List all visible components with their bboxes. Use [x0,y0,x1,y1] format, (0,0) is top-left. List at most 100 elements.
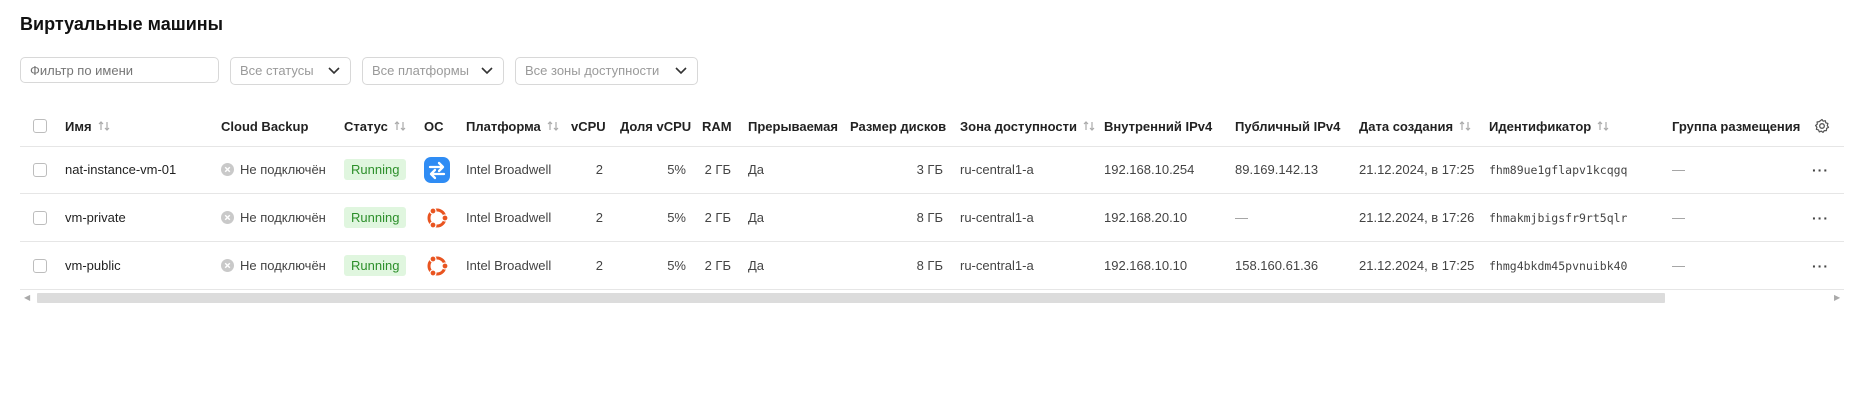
created-value: 21.12.2024, в 17:26 [1359,210,1475,225]
vm-id-value: fhm89ue1gflapv1kcqgq [1489,162,1628,177]
col-created-header[interactable]: Дата создания [1359,106,1472,146]
platform-value: Intel Broadwell [466,210,552,225]
page-title: Виртуальные машины [20,14,224,34]
close-circle-icon [221,259,234,272]
vcpu-value: 2 [595,258,603,273]
status-filter-select[interactable]: Все статусы [230,57,351,85]
close-circle-icon [221,211,234,224]
sort-icon [394,121,406,131]
zone-value: ru-central1-a [960,258,1034,273]
col-vcpu-share-header: Доля vCPU [620,118,692,134]
name-filter-input[interactable] [20,57,219,83]
col-os-header: ОС [424,118,444,134]
chevron-down-icon [675,67,687,75]
vcpu-value: 2 [595,162,603,177]
row-actions-button[interactable]: ··· [1812,146,1829,193]
vcpu-share-value: 5% [667,258,686,273]
backup-status: Не подключён [221,146,326,193]
select-all-checkbox[interactable] [33,119,47,133]
backup-status: Не подключён [221,242,326,289]
ipv4-internal-value: 192.168.10.10 [1104,258,1188,273]
col-zone-header[interactable]: Зона доступности [960,106,1096,146]
status-badge: Running [344,159,407,180]
col-name-header[interactable]: Имя [65,106,111,146]
preemptible-value: Да [748,162,765,177]
vm-id-value: fhmakmjbigsfr9rt5qlr [1489,210,1628,225]
scroll-left-arrow-icon[interactable]: ◀ [24,293,30,302]
platform-filter-select[interactable]: Все платформы [362,57,504,85]
sort-icon [1083,121,1095,131]
col-ram-header: RAM [702,118,732,134]
disk-size-value: 8 ГБ [916,210,943,225]
gear-icon [1815,118,1830,133]
close-circle-icon [221,163,234,176]
sort-icon [98,121,109,131]
chevron-down-icon [481,67,493,75]
sort-icon [1459,121,1471,131]
ram-value: 2 ГБ [704,210,731,225]
table-row[interactable]: vm-private Не подключён Running Intel Br… [20,194,1844,242]
ipv4-public-value: 158.160.61.36 [1235,258,1319,273]
filter-bar: Все статусы Все платформы Все зоны досту… [20,57,698,85]
row-checkbox[interactable] [33,258,47,273]
col-id-header[interactable]: Идентификатор [1489,106,1610,146]
scrollbar-thumb[interactable] [37,293,1665,303]
placement-value: — [1672,210,1685,225]
col-status-header[interactable]: Статус [344,106,407,146]
sort-icon [1597,121,1609,131]
row-actions-button[interactable]: ··· [1812,194,1829,241]
ram-value: 2 ГБ [704,258,731,273]
ipv4-public-value: — [1235,210,1248,225]
ipv4-internal-value: 192.168.20.10 [1104,210,1188,225]
col-ipv4-internal-header: Внутренний IPv4 [1104,118,1213,134]
column-settings-button[interactable] [1814,106,1830,146]
vm-name[interactable]: vm-public [65,242,121,289]
ipv4-public-value: 89.169.142.13 [1235,162,1319,177]
table-row[interactable]: vm-public Не подключён Running Intel Bro… [20,242,1844,290]
zone-value: ru-central1-a [960,210,1034,225]
platform-value: Intel Broadwell [466,258,552,273]
preemptible-value: Да [748,258,765,273]
vm-id-value: fhmg4bkdm45pvnuibk40 [1489,258,1628,273]
placement-value: — [1672,162,1685,177]
table-header: Имя Cloud Backup Статус ОС Платформа vCP… [20,106,1844,147]
ipv4-internal-value: 192.168.10.254 [1104,162,1195,177]
zone-value: ru-central1-a [960,162,1034,177]
zone-filter-value: Все зоны доступности [525,63,660,78]
sort-icon [547,121,559,131]
disk-size-value: 8 ГБ [916,258,943,273]
horizontal-scrollbar[interactable]: ◀ ▶ [24,291,1844,305]
scroll-right-arrow-icon[interactable]: ▶ [1834,293,1840,302]
preemptible-value: Да [748,210,765,225]
ubuntu-icon [427,206,449,229]
col-placement-header: Группа размещения [1672,118,1801,134]
ram-value: 2 ГБ [704,162,731,177]
created-value: 21.12.2024, в 17:25 [1359,258,1475,273]
col-platform-header[interactable]: Платформа [466,106,560,146]
platform-filter-value: Все платформы [372,63,469,78]
col-disk-size-header: Размер дисков [850,118,947,134]
col-ipv4-public-header: Публичный IPv4 [1235,118,1341,134]
row-checkbox[interactable] [33,162,47,177]
status-filter-value: Все статусы [240,63,314,78]
table-row[interactable]: nat-instance-vm-01 Не подключён Running … [20,146,1844,194]
placement-value: — [1672,258,1685,273]
disk-size-value: 3 ГБ [916,162,943,177]
ubuntu-icon [427,254,449,277]
nat-instance-icon [424,156,450,183]
backup-status: Не подключён [221,194,326,241]
col-vcpu-header: vCPU [571,118,606,134]
zone-filter-select[interactable]: Все зоны доступности [515,57,698,85]
vm-name[interactable]: vm-private [65,194,126,241]
vcpu-value: 2 [595,210,603,225]
vm-name[interactable]: nat-instance-vm-01 [65,146,176,193]
status-badge: Running [344,207,407,228]
col-preemptible-header: Прерываемая [748,118,838,134]
row-checkbox[interactable] [33,210,47,225]
created-value: 21.12.2024, в 17:25 [1359,162,1475,177]
chevron-down-icon [328,67,340,75]
status-badge: Running [344,255,407,276]
platform-value: Intel Broadwell [466,162,552,177]
row-actions-button[interactable]: ··· [1812,242,1829,289]
vcpu-share-value: 5% [667,210,686,225]
